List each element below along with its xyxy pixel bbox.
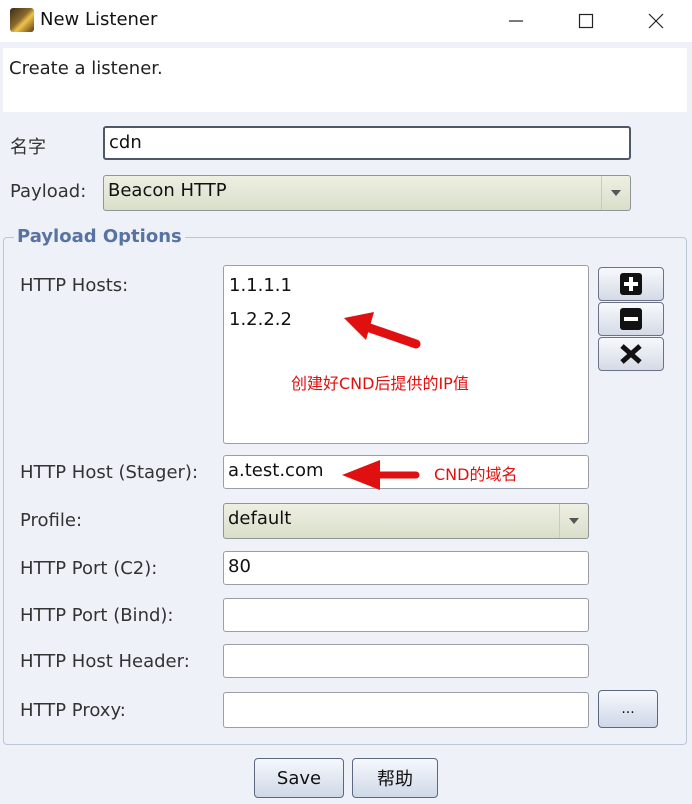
chevron-down-icon [611,190,621,196]
list-item[interactable]: 1.2.2.2 [229,309,292,330]
list-item[interactable]: 1.1.1.1 [229,275,292,296]
close-icon [648,13,664,29]
proxy-label: HTTP Proxy: [20,700,126,721]
http-hosts-label: HTTP Hosts: [20,275,129,296]
annotation-arrow-icon [344,312,421,349]
description-text: Create a listener. [9,58,163,79]
maximize-icon [578,13,594,29]
payload-dropdown-button[interactable] [601,176,630,210]
stager-annotation: CND的域名 [434,465,518,484]
clear-hosts-button[interactable] [598,337,664,371]
add-icon [620,273,642,295]
close-button[interactable] [636,6,676,36]
payload-selected-value: Beacon HTTP [108,180,227,201]
annotation-arrow-icon [342,460,420,490]
host-header-label: HTTP Host Header: [20,651,190,672]
add-host-button[interactable] [598,267,664,301]
app-icon [10,8,34,32]
payload-select[interactable]: Beacon HTTP [103,175,631,211]
proxy-settings-button[interactable]: ... [598,690,658,728]
remove-host-button[interactable] [598,302,664,336]
remove-icon [620,308,642,330]
stager-label: HTTP Host (Stager): [20,462,199,483]
clear-icon [620,344,642,364]
help-button[interactable]: 帮助 [352,758,438,798]
port-bind-label: HTTP Port (Bind): [20,605,174,626]
port-bind-input[interactable] [223,598,589,632]
proxy-input[interactable] [223,692,589,728]
payload-label: Payload: [10,181,87,202]
profile-dropdown-button[interactable] [559,504,588,538]
host-header-input[interactable] [223,644,589,678]
port-c2-input[interactable]: 80 [223,551,589,585]
hosts-annotation: 创建好CND后提供的IP值 [291,374,469,393]
name-input[interactable]: cdn [103,126,631,160]
profile-selected-value: default [228,508,292,529]
chevron-down-icon [569,518,579,524]
name-label: 名字 [10,137,46,158]
payload-options-title: Payload Options [14,226,185,247]
profile-label: Profile: [20,510,83,531]
window-title: New Listener [40,9,158,30]
profile-select[interactable]: default [223,503,589,539]
minimize-button[interactable] [496,6,536,36]
save-button[interactable]: Save [254,758,344,798]
maximize-button[interactable] [566,6,606,36]
minimize-icon [509,20,523,22]
port-c2-label: HTTP Port (C2): [20,558,158,579]
